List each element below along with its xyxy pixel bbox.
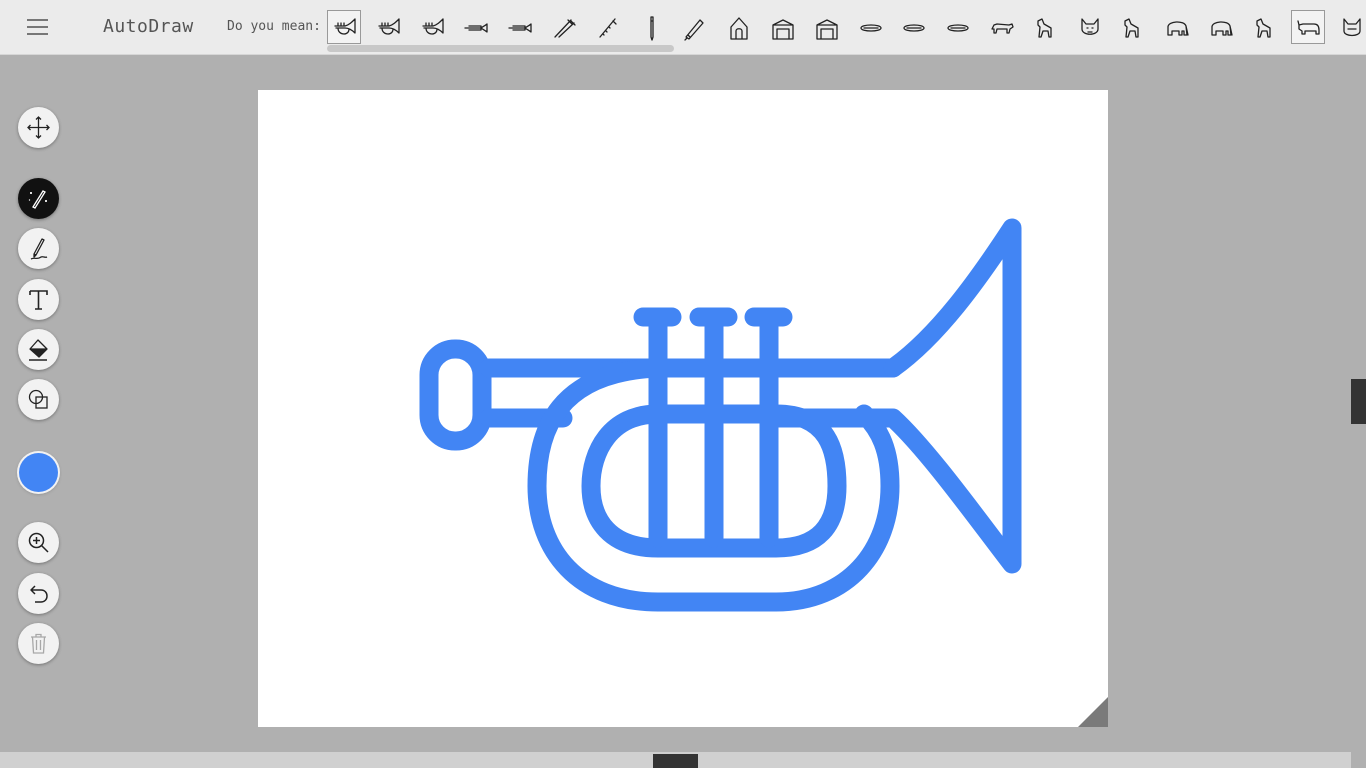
suggestion-rhinoceros[interactable] bbox=[1290, 10, 1325, 44]
trumpet-icon bbox=[421, 18, 444, 35]
doghouse-icon bbox=[772, 19, 794, 40]
suggestion-dog[interactable] bbox=[1247, 10, 1281, 44]
canvas-resize-handle[interactable] bbox=[1078, 697, 1108, 727]
suggestion-elephant[interactable] bbox=[1159, 10, 1193, 44]
autodraw-tool-button[interactable] bbox=[18, 178, 59, 219]
pencil-icon bbox=[30, 238, 48, 260]
dog-icon bbox=[1256, 18, 1271, 38]
suggestions-label: Do you mean: bbox=[227, 19, 321, 34]
shape-tool-button[interactable] bbox=[18, 379, 59, 420]
elephant-icon bbox=[1211, 21, 1233, 36]
delete-tool-button bbox=[18, 623, 59, 664]
mouthpiece bbox=[419, 339, 492, 451]
flute-icon bbox=[599, 18, 617, 38]
suggestion-bulldog[interactable] bbox=[1072, 10, 1106, 44]
hamburger-icon[interactable] bbox=[16, 14, 58, 42]
suggestions-strip bbox=[326, 6, 1366, 50]
top-bar: AutoDraw Do you mean: bbox=[0, 0, 1366, 55]
draw-tool-button[interactable] bbox=[18, 228, 59, 269]
suggestion-flute[interactable] bbox=[590, 10, 624, 44]
move-tool-button[interactable] bbox=[18, 107, 59, 148]
type-tool-button[interactable] bbox=[18, 279, 59, 320]
suggestion-doghouse[interactable] bbox=[809, 10, 843, 44]
suggestion-cat[interactable] bbox=[1334, 10, 1366, 44]
suggestion-trumpet[interactable] bbox=[371, 10, 405, 44]
hotdog-icon bbox=[859, 24, 882, 32]
trombone-icon bbox=[464, 23, 489, 33]
rhinoceros-icon bbox=[1296, 20, 1320, 35]
zoom-tool-button[interactable] bbox=[18, 522, 59, 563]
autodraw-icon bbox=[28, 190, 47, 209]
move-icon bbox=[27, 116, 50, 139]
pencil-icon bbox=[649, 16, 654, 41]
trumpet-icon bbox=[378, 18, 400, 35]
trash-icon bbox=[31, 633, 46, 654]
suggestion-dachshund[interactable] bbox=[984, 10, 1018, 44]
app-title: AutoDraw bbox=[103, 16, 194, 37]
suggestion-elephant[interactable] bbox=[1203, 10, 1237, 44]
suggestion-toothbrushes[interactable] bbox=[546, 10, 580, 44]
dog-icon bbox=[1124, 18, 1140, 38]
shapes-icon bbox=[28, 389, 48, 409]
vertical-scrollbar-thumb[interactable] bbox=[1351, 379, 1366, 424]
suggestion-dog[interactable] bbox=[1115, 10, 1149, 44]
suggestion-hotdog[interactable] bbox=[896, 10, 930, 44]
hotdog-icon bbox=[903, 24, 926, 32]
text-icon bbox=[29, 290, 48, 310]
birdhouse-icon bbox=[730, 17, 748, 40]
suggestions-scrollbar[interactable] bbox=[327, 45, 674, 52]
suggestion-trombone[interactable] bbox=[502, 10, 536, 44]
suggestion-hotdog[interactable] bbox=[940, 10, 974, 44]
suggestion-trumpet[interactable] bbox=[415, 10, 449, 44]
trumpet-icon bbox=[334, 18, 356, 35]
trombone-icon bbox=[508, 23, 532, 33]
drawing-canvas[interactable] bbox=[258, 90, 1108, 727]
horizontal-scrollbar-thumb[interactable] bbox=[653, 754, 698, 768]
cat-icon bbox=[1343, 18, 1362, 37]
suggestion-doghouse[interactable] bbox=[765, 10, 799, 44]
hotdog-icon bbox=[947, 24, 969, 32]
dachshund-icon bbox=[991, 23, 1014, 34]
dog-icon bbox=[1037, 18, 1052, 38]
fill-icon bbox=[29, 339, 48, 361]
undo-tool-button[interactable] bbox=[18, 573, 59, 614]
undo-icon bbox=[30, 585, 48, 603]
pen-icon bbox=[684, 19, 705, 41]
suggestion-trumpet[interactable] bbox=[327, 10, 361, 44]
bulldog-icon bbox=[1080, 18, 1099, 35]
suggestion-pen[interactable] bbox=[677, 10, 711, 44]
suggestion-trombone[interactable] bbox=[458, 10, 492, 44]
color-picker-button[interactable] bbox=[19, 453, 58, 492]
suggestion-birdhouse[interactable] bbox=[721, 10, 755, 44]
toothbrushes-icon bbox=[554, 19, 576, 38]
suggestion-pencil[interactable] bbox=[634, 10, 668, 44]
elephant-icon bbox=[1167, 21, 1189, 36]
trumpet-drawing bbox=[419, 218, 1022, 612]
suggestion-dog[interactable] bbox=[1028, 10, 1062, 44]
doghouse-icon bbox=[816, 19, 838, 40]
fill-tool-button[interactable] bbox=[18, 329, 59, 370]
zoom-in-icon bbox=[28, 532, 49, 553]
suggestion-hotdog[interactable] bbox=[853, 10, 887, 44]
